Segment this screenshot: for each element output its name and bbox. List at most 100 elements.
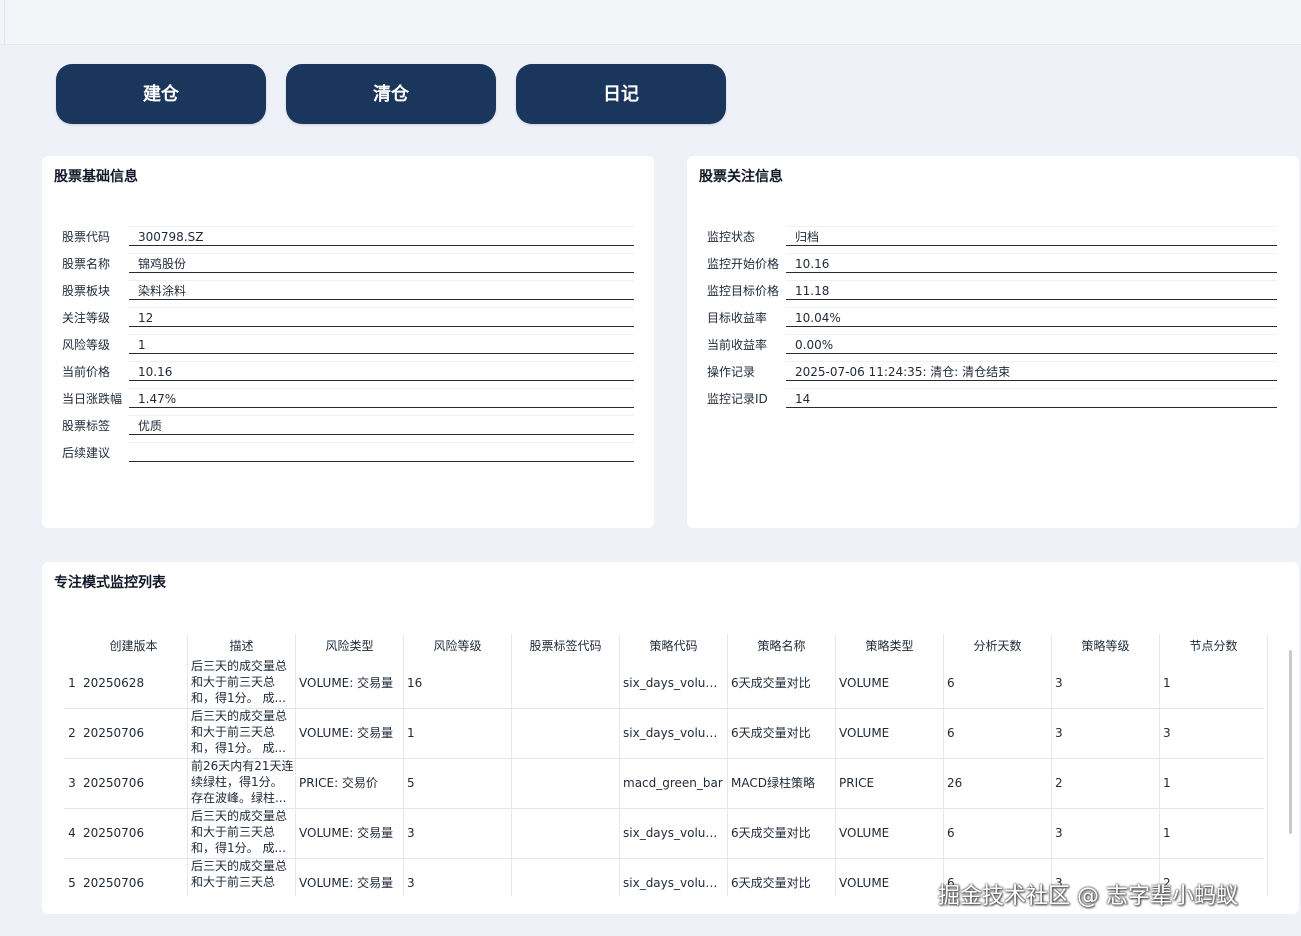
table-cell: 6天成交量对比 [728, 858, 836, 896]
basic-field-label: 关注等级 [62, 311, 111, 325]
table-cell: VOLUME [836, 658, 944, 708]
column-header[interactable]: 策略类型 [836, 634, 944, 658]
table-cell: 6 [944, 858, 1052, 896]
watch-field-value[interactable]: 10.16 [786, 253, 1277, 273]
table-row[interactable]: 3 20250706 前26天内有21天连续绿柱，得1分。 存在波峰。绿柱... PR… [64, 758, 1268, 809]
basic-field-row: 股票名称 锦鸡股份 [62, 253, 634, 275]
watch-field-label: 当前收益率 [707, 338, 768, 352]
table-row[interactable]: 2 20250706 后三天的成交量总和大于前三天总和，得1分。 成... VOLUM… [64, 708, 1268, 759]
column-header[interactable]: 创建版本 [80, 634, 188, 658]
table-cell: 1 [1160, 658, 1268, 708]
table-cell: 2 [1160, 858, 1268, 896]
watch-field-value[interactable]: 14 [786, 388, 1277, 408]
table-cell: 6 [944, 708, 1052, 758]
watch-field-row: 监控状态 归档 [707, 226, 1277, 248]
column-header[interactable]: 策略名称 [728, 634, 836, 658]
watch-field-label: 监控开始价格 [707, 257, 780, 271]
top-bar-divider [4, 0, 5, 44]
watch-field-row: 监控开始价格 10.16 [707, 253, 1277, 275]
table-cell: 3 [1052, 658, 1160, 708]
watch-field-label: 操作记录 [707, 365, 756, 379]
basic-field-value[interactable]: 优质 [129, 415, 634, 435]
watch-info-card: 股票关注信息 监控状态 归档 监控开始价格 10.16 监控目标价格 11.18 目标收益率… [687, 156, 1299, 528]
clear-position-button[interactable]: 清仓 [286, 64, 496, 124]
table-cell [512, 808, 620, 858]
row-number: 5 [68, 876, 76, 890]
table-cell: 5 [404, 758, 512, 808]
table-cell: 6 [944, 808, 1052, 858]
basic-field-value[interactable]: 1.47% [129, 388, 634, 408]
basic-field-row: 关注等级 12 [62, 307, 634, 329]
table-cell: 20250706 [80, 858, 188, 896]
table-cell: 6天成交量对比 [728, 658, 836, 708]
column-header[interactable]: 描述 [188, 634, 296, 658]
table-cell: six_days_volum... [620, 658, 728, 708]
table-cell: six_days_volum... [620, 708, 728, 758]
basic-field-value[interactable]: 染料涂料 [129, 280, 634, 300]
watch-field-value[interactable]: 2025-07-06 11:24:35: 清仓: 清仓结束 [786, 361, 1277, 381]
basic-field-value[interactable]: 1 [129, 334, 634, 354]
watch-field-value[interactable]: 10.04% [786, 307, 1277, 327]
table-row[interactable]: 1 20250628 后三天的成交量总和大于前三天总和，得1分。 成... VOLUM… [64, 658, 1268, 709]
column-header[interactable]: 节点分数 [1160, 634, 1268, 658]
focus-list-card: 专注模式监控列表 创建版本 描述 风险类型 风险等级 股票标签代码 策略代码 策略名称 策略类… [42, 562, 1299, 914]
table-cell: 3 [1052, 858, 1160, 896]
column-header[interactable]: 风险类型 [296, 634, 404, 658]
basic-field-value[interactable]: 10.16 [129, 361, 634, 381]
basic-field-value[interactable]: 锦鸡股份 [129, 253, 634, 273]
basic-field-label: 后续建议 [62, 446, 111, 460]
basic-field-row: 股票代码 300798.SZ [62, 226, 634, 248]
watch-field-value[interactable]: 11.18 [786, 280, 1277, 300]
column-header[interactable]: 股票标签代码 [512, 634, 620, 658]
table-cell: VOLUME [836, 858, 944, 896]
column-header[interactable]: 策略等级 [1052, 634, 1160, 658]
table-cell [512, 658, 620, 708]
basic-field-value[interactable] [129, 442, 634, 462]
table-cell: 26 [944, 758, 1052, 808]
row-number: 2 [68, 726, 76, 740]
table-cell: VOLUME: 交易量 [296, 808, 404, 858]
basic-field-value[interactable]: 300798.SZ [129, 226, 634, 246]
table-row[interactable]: 5 20250706 后三天的成交量总和大于前三天总 VOLUME: 交易量 3 six_… [64, 858, 1268, 896]
table-cell [512, 708, 620, 758]
table-cell: 6天成交量对比 [728, 808, 836, 858]
watch-field-label: 监控记录ID [707, 392, 768, 406]
row-number: 3 [68, 776, 76, 790]
table-row[interactable]: 4 20250706 后三天的成交量总和大于前三天总和，得1分。 成... VOLUM… [64, 808, 1268, 859]
basic-field-row: 风险等级 1 [62, 334, 634, 356]
basic-info-card: 股票基础信息 股票代码 300798.SZ 股票名称 锦鸡股份 股票板块 染料涂料 关注等级… [42, 156, 654, 528]
column-header[interactable]: 分析天数 [944, 634, 1052, 658]
watch-field-value[interactable]: 归档 [786, 226, 1277, 246]
table-cell: MACD绿柱策略 [728, 758, 836, 808]
table-cell: 后三天的成交量总和大于前三天总和，得1分。 成... [188, 808, 296, 858]
build-position-button[interactable]: 建仓 [56, 64, 266, 124]
table-cell: 1 [1160, 758, 1268, 808]
table-cell [512, 758, 620, 808]
table-cell: 1 [404, 708, 512, 758]
basic-field-label: 风险等级 [62, 338, 111, 352]
table-cell: VOLUME: 交易量 [296, 658, 404, 708]
watch-field-row: 监控记录ID 14 [707, 388, 1277, 410]
watch-field-label: 监控状态 [707, 230, 756, 244]
watch-field-value[interactable]: 0.00% [786, 334, 1277, 354]
table-cell: 后三天的成交量总和大于前三天总和，得1分。 成... [188, 708, 296, 758]
table-cell: VOLUME [836, 808, 944, 858]
basic-field-label: 当前价格 [62, 365, 111, 379]
basic-field-row: 后续建议 [62, 442, 634, 464]
column-header[interactable]: 风险等级 [404, 634, 512, 658]
watch-field-row: 操作记录 2025-07-06 11:24:35: 清仓: 清仓结束 [707, 361, 1277, 383]
table-cell: 2 [1052, 758, 1160, 808]
table-cell: 3 [1160, 708, 1268, 758]
table-cell: 3 [404, 858, 512, 896]
basic-field-value[interactable]: 12 [129, 307, 634, 327]
table-cell: 前26天内有21天连续绿柱，得1分。 存在波峰。绿柱... [188, 758, 296, 808]
table-scrollbar[interactable] [1289, 650, 1292, 834]
column-header[interactable]: 策略代码 [620, 634, 728, 658]
row-number: 4 [68, 826, 76, 840]
table-cell: 20250628 [80, 658, 188, 708]
table-cell: six_days_volum... [620, 858, 728, 896]
watch-field-label: 目标收益率 [707, 311, 768, 325]
table-cell: PRICE [836, 758, 944, 808]
diary-button[interactable]: 日记 [516, 64, 726, 124]
table-cell: VOLUME: 交易量 [296, 708, 404, 758]
